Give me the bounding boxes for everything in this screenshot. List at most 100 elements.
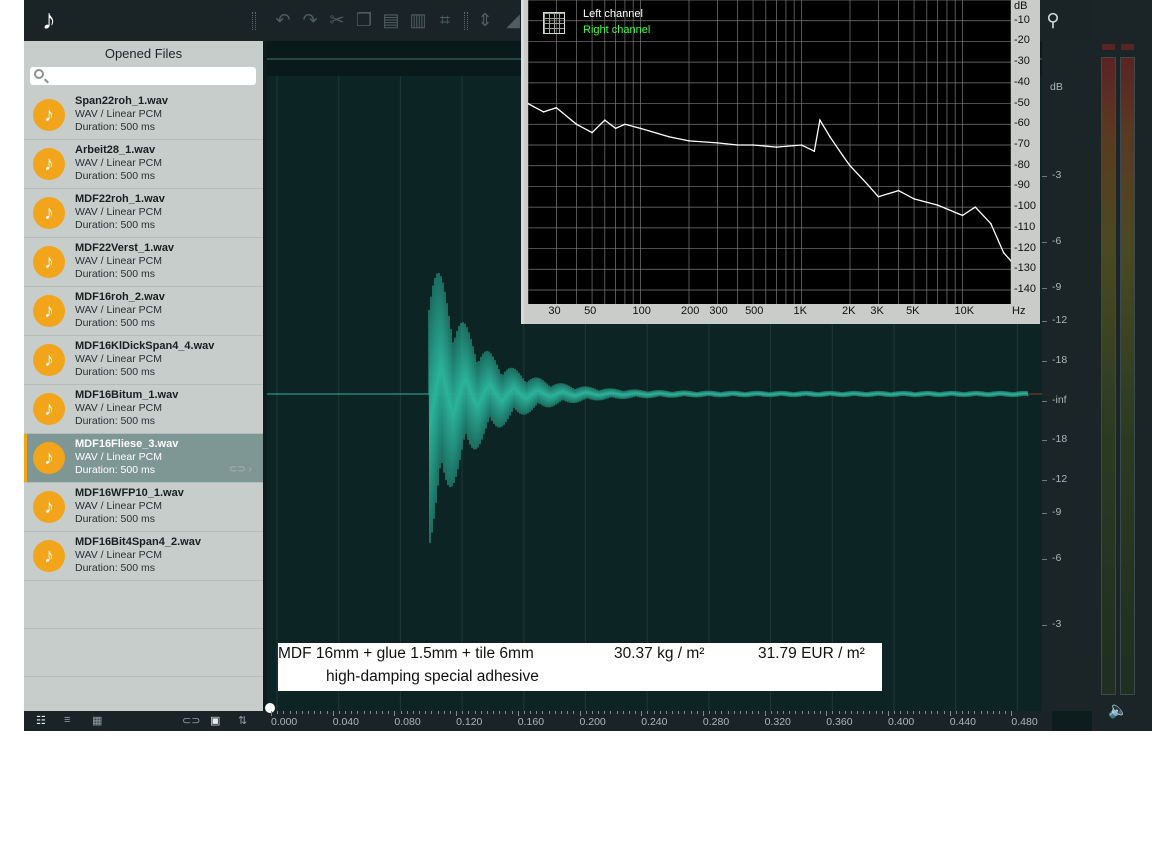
ruler-tick [308,711,310,714]
grid-view-icon[interactable]: ▦ [92,714,102,727]
scale-label: -3 [1052,618,1062,630]
sort-icon[interactable]: ⇅ [238,714,247,727]
scale-tick [1042,321,1047,322]
list-item[interactable]: ♪ MDF22Verst_1.wav WAV / Linear PCM Dura… [24,238,263,287]
amplitude-scale: dB -3 -6 -9 -12 -18 -inf -18 -12 -9 -6 -3 [1042,41,1092,711]
spectrum-point [913,198,915,200]
app-window: ♪ ↶ ↷ ✂ ❐ ▤ ▥ ⌗ ⇕ ◢ ⚲ Opened Files ♪ Spa… [24,0,1152,731]
delete-icon[interactable]: ▥ [407,9,429,31]
y-tick-label: -140 [1014,283,1037,295]
ruler-tick [542,711,544,714]
time-ruler[interactable]: 0.000 0.040 0.080 0.120 0.160 0.200 0.240 0.280… [263,703,1052,731]
spectrum-point [668,135,670,138]
music-note-icon[interactable]: ♪ [34,4,64,36]
spectrum-point [849,164,851,167]
audio-file-icon: ♪ [33,246,65,278]
paste-icon[interactable]: ▤ [380,9,402,31]
list-item[interactable]: ♪ Arbeit28_1.wav WAV / Linear PCM Durati… [24,140,263,189]
audio-file-icon: ♪ [33,393,65,425]
ruler-tick [999,711,1001,714]
link-icon[interactable]: ⊂⊃ › [229,464,252,475]
crop-icon[interactable]: ⌗ [434,9,456,31]
redo-icon[interactable]: ↷ [299,9,321,31]
list-item-selected[interactable]: ♪ MDF16Fliese_3.wav WAV / Linear PCM Dur… [24,434,263,483]
scale-tick [1042,625,1047,626]
scale-tick [1042,559,1047,560]
tuning-fork-icon[interactable]: ⚲ [1042,9,1064,31]
ruler-tick [425,711,427,714]
list-detail-view-icon[interactable]: ☷ [36,714,46,727]
ruler-tick [456,711,458,716]
spectrum-point [829,135,831,138]
audio-file-icon: ♪ [33,295,65,327]
copy-icon[interactable]: ❐ [353,9,375,31]
undo-icon[interactable]: ↶ [272,9,294,31]
y-tick-label: -110 [1014,220,1036,233]
y-tick-label: -90 [1014,179,1030,192]
spectrum-point [614,127,617,130]
list-item[interactable]: ♪ MDF16Bitum_1.wav WAV / Linear PCM Dura… [24,385,263,434]
file-type: WAV / Linear PCM [75,451,162,463]
ruler-tick [832,711,834,714]
spectrum-point [990,222,992,225]
ruler-tick [579,711,581,716]
file-duration: Duration: 500 ms [75,170,155,182]
ruler-tick [289,711,291,714]
spectrum-point [752,144,754,146]
ruler-tick [573,711,575,714]
cut-icon[interactable]: ✂ [326,9,348,31]
ruler-tick [363,711,365,714]
grid-icon[interactable] [543,12,565,34]
y-tick-label: -130 [1014,262,1037,275]
ruler-tick [511,711,513,714]
ruler-tick [567,711,569,714]
ruler-label: 0.320 [764,716,791,728]
audio-file-icon: ♪ [33,491,65,523]
ruler-tick [838,711,840,714]
ruler-tick [869,711,871,714]
file-type: WAV / Linear PCM [75,108,162,120]
ruler-tick [295,711,297,714]
ruler-tick [320,711,322,714]
ruler-tick [505,711,507,714]
y-tick-label: -40 [1014,75,1030,88]
ruler-tick [480,711,482,714]
list-item[interactable]: ♪ Span22roh_1.wav WAV / Linear PCM Durat… [24,91,263,140]
ruler-tick [696,711,698,714]
spectrum-point [974,206,977,208]
list-item[interactable]: ♪ MDF22roh_1.wav WAV / Linear PCM Durati… [24,189,263,238]
ruler-tick [536,711,538,714]
x-tick-label: 1K [793,305,807,317]
ruler-tick [912,711,914,714]
list-item[interactable]: ♪ MDF16KlDickSpan4_4.wav WAV / Linear PC… [24,336,263,385]
list-item[interactable]: ♪ MDF16WFP10_1.wav WAV / Linear PCM Dura… [24,483,263,532]
ruler-tick [900,711,902,714]
empty-row [24,629,263,677]
ruler-tick [906,711,908,714]
spectrum-canvas [528,0,1011,304]
search-input[interactable] [30,67,256,85]
normalize-icon[interactable]: ⇕ [474,9,496,31]
ruler-tick [783,711,785,714]
playhead-handle[interactable] [265,703,275,713]
image-icon[interactable]: ▣ [210,714,220,727]
list-item[interactable]: ♪ MDF16Bit4Span4_2.wav WAV / Linear PCM … [24,532,263,581]
link-files-icon[interactable]: ⊂⊃ [182,714,200,727]
spectrum-analyzer[interactable]: Left channel Right channel dB Hz -10 -20 -… [521,0,1040,324]
list-view-icon[interactable]: ≡ [64,714,70,726]
list-item[interactable]: ♪ MDF16roh_2.wav WAV / Linear PCM Durati… [24,287,263,336]
ruler-tick [375,711,377,714]
x-unit-label: Hz [1012,305,1026,317]
x-tick-label: 3K [870,305,884,317]
audio-file-icon: ♪ [33,344,65,376]
y-tick-label: -80 [1014,158,1030,171]
ruler-tick [918,711,920,714]
ruler-label: 0.080 [394,716,421,728]
spectrum-point [877,195,880,198]
ruler-tick [635,711,637,714]
speaker-icon[interactable]: 🔈 [1108,700,1128,720]
ruler-tick [955,711,957,714]
ruler-tick [894,711,896,714]
ruler-tick [468,711,470,714]
y-tick-label: -10 [1014,13,1030,26]
